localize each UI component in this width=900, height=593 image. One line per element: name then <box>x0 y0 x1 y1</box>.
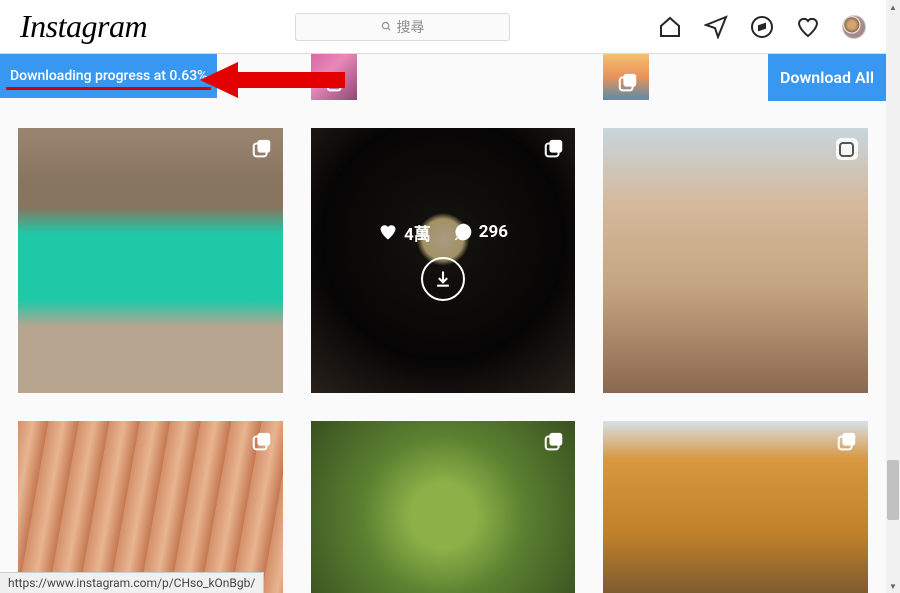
post-flowers-partial[interactable] <box>311 54 357 100</box>
instagram-logo[interactable]: Instagram <box>20 8 147 45</box>
top-nav-header: Instagram 搜尋 <box>0 0 886 54</box>
explore-icon[interactable] <box>750 15 774 39</box>
post-autumn-tree[interactable] <box>603 421 868 593</box>
scroll-up-arrow[interactable]: ▲ <box>886 0 900 14</box>
carousel-icon <box>617 72 639 94</box>
search-placeholder: 搜尋 <box>397 17 425 37</box>
carousel-icon <box>836 431 858 453</box>
post-grasshopper[interactable] <box>311 421 576 593</box>
activity-icon[interactable] <box>796 15 820 39</box>
comments-stat: 296 <box>453 222 508 242</box>
heart-icon <box>378 222 398 242</box>
post-river[interactable] <box>18 128 283 393</box>
likes-stat: 4萬 <box>378 220 431 245</box>
download-button[interactable] <box>421 257 465 301</box>
profile-avatar[interactable] <box>842 15 866 39</box>
download-icon <box>433 269 453 289</box>
carousel-icon <box>543 138 565 160</box>
download-progress-banner: Downloading progress at 0.63% <box>0 54 217 98</box>
messages-icon[interactable] <box>704 15 728 39</box>
comments-count: 296 <box>479 222 508 242</box>
carousel-icon <box>251 138 273 160</box>
igtv-badge-icon <box>836 138 858 160</box>
post-woman-balloons[interactable] <box>603 128 868 393</box>
hover-overlay: 4萬 296 <box>311 128 576 393</box>
download-all-button[interactable]: Download All <box>768 54 886 101</box>
browser-status-bar: https://www.instagram.com/p/CHso_kOnBgb/ <box>0 572 264 593</box>
comment-icon <box>453 222 473 242</box>
search-icon <box>381 21 392 32</box>
carousel-icon <box>543 431 565 453</box>
home-icon[interactable] <box>658 15 682 39</box>
post-moon[interactable]: 4萬 296 <box>311 128 576 393</box>
nav-icons-group <box>658 15 866 39</box>
scrollbar-track[interactable]: ▲ ▼ <box>886 0 900 593</box>
scrollbar-thumb[interactable] <box>887 460 899 520</box>
scroll-down-arrow[interactable]: ▼ <box>886 579 900 593</box>
post-canyon[interactable] <box>18 421 283 593</box>
likes-count: 4萬 <box>404 220 431 245</box>
carousel-icon <box>325 72 347 94</box>
search-input[interactable]: 搜尋 <box>295 13 510 41</box>
carousel-icon <box>251 431 273 453</box>
post-sunset-partial[interactable] <box>603 54 649 100</box>
